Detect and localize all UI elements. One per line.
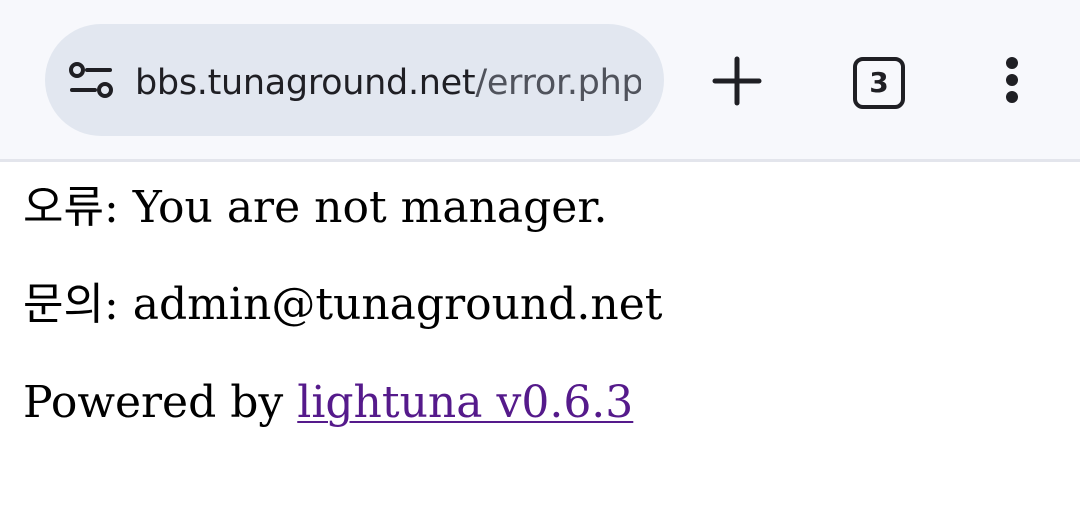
site-info-icon[interactable]	[68, 61, 114, 99]
new-tab-button[interactable]	[710, 54, 764, 108]
error-message: You are not manager.	[118, 182, 608, 233]
tab-switcher-button[interactable]: 3	[850, 54, 906, 109]
url-host: bbs.tunaground.net	[135, 63, 476, 103]
plus-icon	[712, 56, 762, 106]
url-text[interactable]: bbs.tunaground.net/error.php	[135, 58, 641, 108]
contact-line: 문의: admin@tunaground.net	[23, 275, 662, 335]
tab-count: 3	[869, 66, 889, 99]
url-path: /error.php	[475, 63, 641, 103]
powered-by-line: Powered by lightuna v0.6.3	[23, 373, 633, 433]
lightuna-version-link[interactable]: lightuna v0.6.3	[297, 377, 633, 428]
error-line: 오류: You are not manager.	[23, 178, 608, 238]
powered-prefix: Powered by	[23, 377, 298, 428]
browser-toolbar: bbs.tunaground.net/error.php 3	[0, 0, 1080, 162]
more-menu-button[interactable]	[996, 54, 1028, 108]
error-label: 오류:	[23, 182, 119, 233]
contact-label: 문의:	[23, 279, 119, 330]
more-vertical-icon	[1006, 57, 1018, 103]
contact-email: admin@tunaground.net	[118, 279, 663, 330]
